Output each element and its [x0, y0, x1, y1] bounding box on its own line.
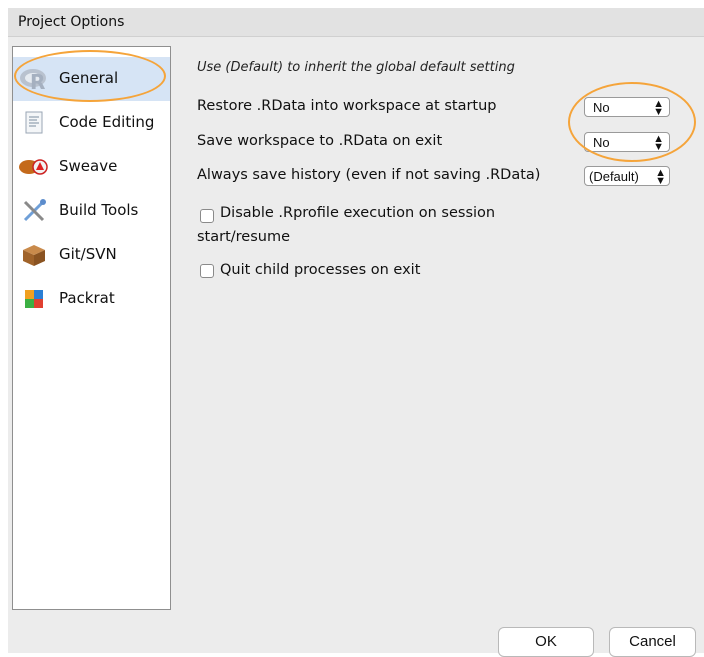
sidebar-item-label: Git/SVN: [59, 245, 117, 263]
packrat-icon: [25, 290, 43, 308]
select-arrows-icon: ▲ ▼: [655, 167, 666, 187]
r-logo-icon: R: [20, 69, 46, 92]
always-save-history-label: Always save history (even if not saving …: [197, 167, 541, 183]
select-arrows-icon: ▲ ▼: [653, 133, 664, 153]
sidebar-item-packrat[interactable]: Packrat: [13, 277, 170, 321]
disable-rprofile-label-continued: start/resume: [197, 229, 291, 245]
svg-text:R: R: [30, 70, 45, 92]
sweave-icon: [19, 159, 48, 175]
sidebar: R General Code Editing Sweave Build Tool…: [12, 46, 171, 610]
disable-rprofile-label: Disable .Rprofile execution on session: [220, 205, 496, 221]
sidebar-item-label: Build Tools: [59, 201, 139, 219]
package-box-icon: [23, 245, 45, 266]
sidebar-item-git-svn[interactable]: Git/SVN: [13, 233, 170, 277]
always-save-history-value: (Default): [589, 169, 639, 184]
restore-rdata-label: Restore .RData into workspace at startup: [197, 98, 497, 114]
title-bar: Project Options: [8, 8, 704, 37]
sidebar-item-label: Code Editing: [59, 113, 155, 131]
sidebar-item-build-tools[interactable]: Build Tools: [13, 189, 170, 233]
sidebar-item-label: Sweave: [59, 157, 118, 175]
sidebar-item-sweave[interactable]: Sweave: [13, 145, 170, 189]
save-workspace-select[interactable]: No ▲ ▼: [584, 132, 670, 153]
save-workspace-value: No: [593, 135, 610, 150]
document-icon: [25, 111, 43, 134]
sidebar-item-label: Packrat: [59, 289, 115, 307]
quit-child-label: Quit child processes on exit: [220, 262, 421, 278]
sidebar-item-general[interactable]: R General: [13, 57, 170, 101]
default-hint-text: Use (Default) to inherit the global defa…: [197, 60, 515, 75]
sidebar-item-label: General: [59, 69, 119, 87]
select-arrows-icon: ▲ ▼: [653, 98, 664, 118]
sidebar-item-code-editing[interactable]: Code Editing: [13, 101, 170, 145]
quit-child-checkbox[interactable]: [200, 264, 214, 278]
always-save-history-select[interactable]: (Default) ▲ ▼: [584, 166, 670, 187]
restore-rdata-value: No: [593, 100, 610, 115]
tools-icon: [23, 199, 46, 222]
restore-rdata-select[interactable]: No ▲ ▼: [584, 97, 670, 118]
save-workspace-label: Save workspace to .RData on exit: [197, 133, 443, 149]
disable-rprofile-checkbox[interactable]: [200, 209, 214, 223]
dialog-title: Project Options: [18, 14, 125, 30]
